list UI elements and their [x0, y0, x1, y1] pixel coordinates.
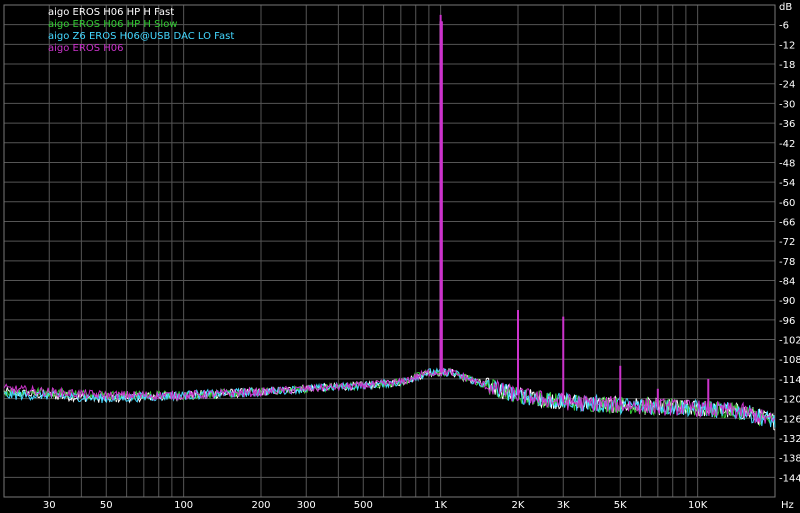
y-tick-label: -114	[779, 375, 800, 386]
y-tick-label: -90	[779, 296, 795, 307]
legend-entry: aigo EROS H06 HP H Fast	[48, 7, 174, 18]
y-tick-label: -72	[779, 237, 795, 248]
y-tick-label: -144	[779, 473, 800, 484]
y-tick-label: -108	[779, 355, 800, 366]
y-tick-label: -102	[779, 336, 800, 347]
y-tick-label: -138	[779, 454, 800, 465]
chart-svg: 30 50 100 200 300 500 1K 2K 3K 5K 10K Hz dB -6 -12 -18 -…	[0, 0, 800, 513]
y-unit-label: dB	[779, 2, 792, 13]
x-tick-label: 10K	[688, 500, 708, 511]
x-tick-label: 30	[43, 500, 56, 511]
x-tick-label: 50	[100, 500, 113, 511]
x-tick-label: 200	[251, 500, 270, 511]
legend-entry: aigo EROS H06	[48, 43, 123, 54]
x-tick-label: 1K	[434, 500, 447, 511]
y-tick-label: -54	[779, 178, 795, 189]
y-tick-label: -48	[779, 158, 795, 169]
y-tick-label: -24	[779, 80, 795, 91]
y-tick-label: -6	[779, 21, 789, 32]
x-tick-label: 2K	[512, 500, 525, 511]
x-tick-label: 500	[354, 500, 373, 511]
y-tick-label: -66	[779, 217, 795, 228]
y-tick-label: -60	[779, 198, 795, 209]
y-tick-label: -12	[779, 40, 795, 51]
y-tick-label: -78	[779, 257, 795, 268]
spectrum-chart: 30 50 100 200 300 500 1K 2K 3K 5K 10K Hz dB -6 -12 -18 -…	[0, 0, 800, 513]
y-tick-label: -30	[779, 99, 795, 110]
chart-background	[0, 0, 800, 513]
y-tick-label: -132	[779, 434, 800, 445]
y-tick-label: -42	[779, 139, 795, 150]
y-tick-label: -84	[779, 277, 795, 288]
x-tick-label: 100	[174, 500, 193, 511]
y-tick-label: -36	[779, 119, 795, 130]
x-unit-label: Hz	[781, 500, 794, 511]
y-tick-label: -96	[779, 316, 795, 327]
x-tick-label: 3K	[557, 500, 570, 511]
x-tick-label: 300	[297, 500, 316, 511]
x-tick-label: 5K	[614, 500, 627, 511]
legend-entry: aigo EROS H06 HP H Slow	[48, 19, 178, 30]
y-tick-label: -18	[779, 60, 795, 71]
y-tick-label: -120	[779, 395, 800, 406]
legend-entry: aigo Z6 EROS H06@USB DAC LO Fast	[48, 31, 234, 42]
y-tick-label: -126	[779, 414, 800, 425]
